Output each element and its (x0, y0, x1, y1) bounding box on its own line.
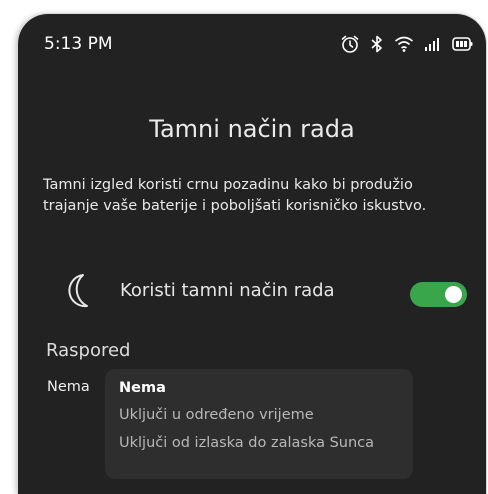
status-icons (340, 32, 474, 56)
dark-mode-toggle[interactable] (410, 282, 467, 307)
schedule-current-value[interactable]: Nema (47, 379, 90, 395)
schedule-dropdown-menu: Nema Uključi u određeno vrijeme Uključi … (105, 369, 413, 479)
wifi-icon (394, 35, 414, 53)
dark-mode-label: Koristi tamni način rada (120, 280, 335, 301)
toggle-knob (445, 286, 462, 303)
status-time: 5:13 PM (44, 34, 113, 54)
phone-screen: 5:13 PM Tamni način rada Tamni izgled ko… (18, 14, 486, 494)
page-title: Tamni način rada (149, 115, 355, 143)
page-description: Tamni izgled koristi crnu pozadinu kako … (43, 177, 427, 214)
schedule-option-custom-time[interactable]: Uključi u određeno vrijeme (119, 407, 314, 423)
dark-mode-row[interactable]: Koristi tamni način rada (18, 258, 486, 328)
status-bar: 5:13 PM (18, 14, 486, 74)
schedule-heading: Raspored (46, 340, 131, 361)
signal-icon (424, 36, 442, 52)
schedule-option-none[interactable]: Nema (119, 380, 166, 396)
alarm-icon (340, 34, 360, 54)
bluetooth-icon (370, 34, 384, 54)
battery-icon (452, 36, 474, 52)
schedule-option-sunset-sunrise[interactable]: Uključi od izlaska do zalaska Sunca (119, 435, 374, 451)
moon-icon (62, 272, 94, 314)
